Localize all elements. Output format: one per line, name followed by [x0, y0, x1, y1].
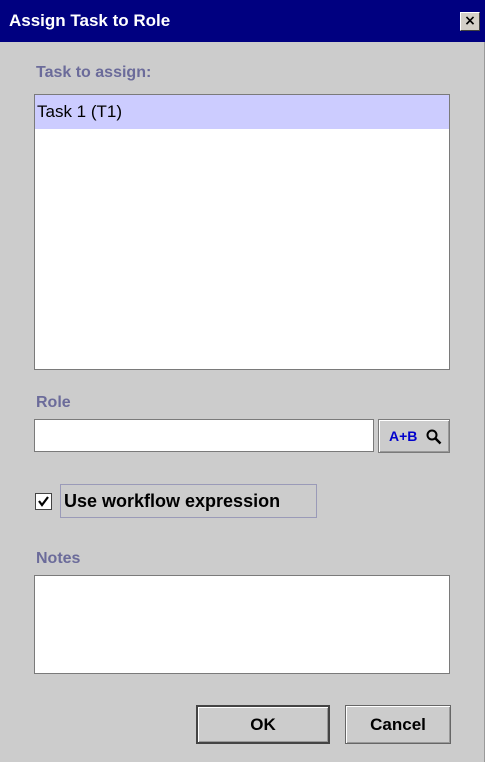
title-bar[interactable]: Assign Task to Role ×	[0, 0, 485, 42]
notes-textarea[interactable]	[34, 575, 450, 674]
close-button[interactable]: ×	[460, 12, 480, 31]
workflow-expression-label: Use workflow expression	[64, 491, 281, 511]
cancel-button[interactable]: Cancel	[345, 705, 451, 744]
task-list[interactable]: Task 1 (T1)	[34, 94, 450, 370]
lookup-button-label: A+B	[389, 428, 418, 444]
close-icon: ×	[464, 13, 476, 29]
workflow-expression-checkbox[interactable]	[35, 493, 52, 510]
list-item-task-1[interactable]: Task 1 (T1)	[35, 95, 449, 129]
magnifier-icon	[426, 429, 442, 445]
workflow-expression-label-box[interactable]: Use workflow expression	[60, 484, 317, 518]
ok-button[interactable]: OK	[196, 705, 330, 744]
role-lookup-button[interactable]: A+B	[378, 419, 450, 453]
notes-label: Notes	[36, 550, 81, 567]
task-to-assign-label: Task to assign:	[36, 64, 152, 81]
assign-task-dialog: Assign Task to Role × Task to assign: Ta…	[0, 0, 485, 762]
role-label: Role	[36, 394, 71, 411]
role-input[interactable]	[34, 419, 374, 452]
window-title: Assign Task to Role	[9, 11, 171, 30]
checkmark-icon	[38, 496, 49, 507]
list-item-label: Task 1 (T1)	[37, 102, 123, 121]
